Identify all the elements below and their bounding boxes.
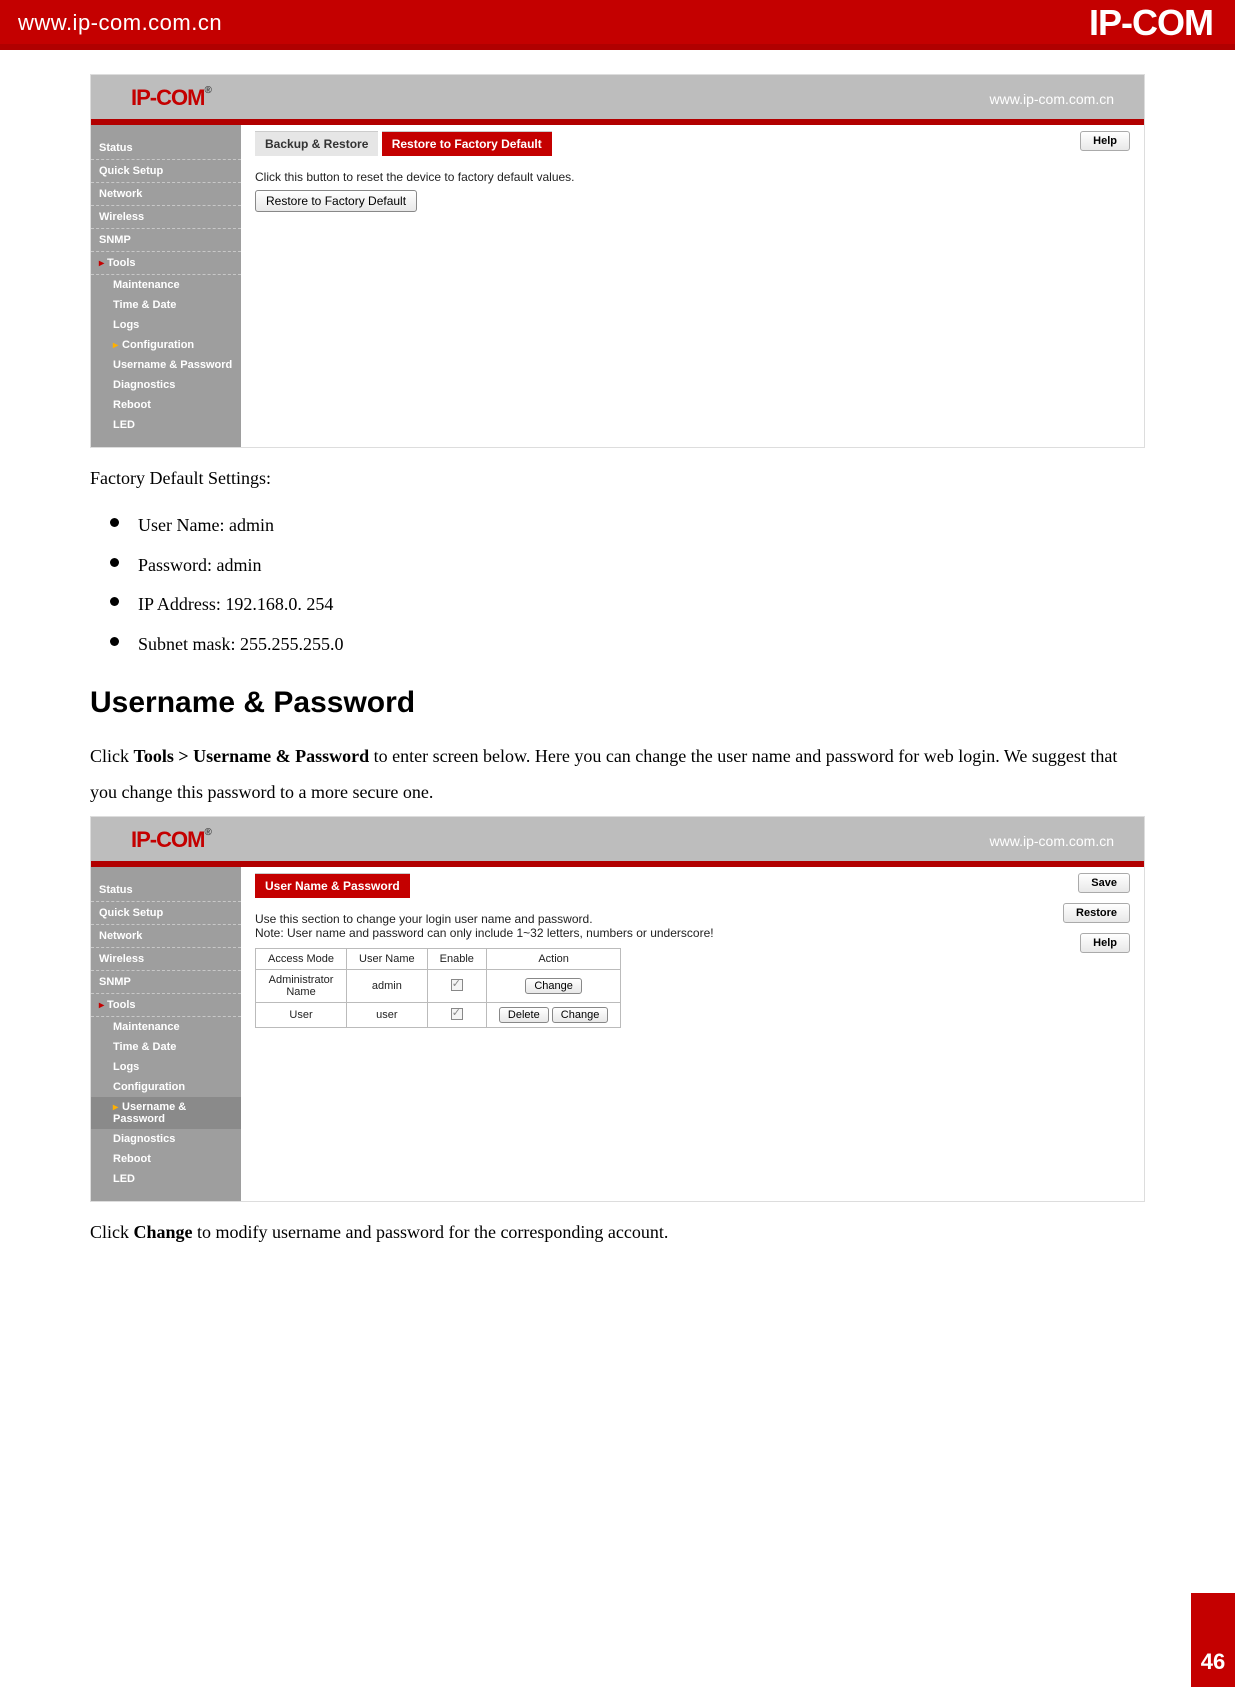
ipcom-logo: IP-COM® (131, 827, 211, 853)
sidebar-sub-reboot[interactable]: Reboot (91, 395, 241, 415)
bullet-password: Password: admin (110, 546, 1145, 586)
sidebar-item-quicksetup[interactable]: Quick Setup (91, 160, 241, 183)
screenshot-restore-factory: IP-COM® www.ip-com.com.cn Status Quick S… (90, 74, 1145, 448)
tab-restore-factory-default[interactable]: Restore to Factory Default (382, 131, 552, 156)
restore-to-factory-default-button[interactable]: Restore to Factory Default (255, 190, 417, 212)
factory-default-settings-heading: Factory Default Settings: (90, 460, 1145, 496)
section-heading-username-password: Username & Password (90, 686, 1145, 720)
username-password-paragraph: Click Tools > Username & Password to ent… (90, 738, 1145, 810)
cell-admin-username: admin (347, 970, 428, 1003)
ss2-header-url: www.ip-com.com.cn (990, 833, 1114, 849)
help-button[interactable]: Help (1080, 933, 1130, 953)
col-user-name: User Name (347, 949, 428, 970)
checkbox-icon[interactable] (451, 1008, 463, 1020)
ss1-header: IP-COM® www.ip-com.com.cn (91, 75, 1144, 125)
table-row: User user Delete Change (256, 1003, 621, 1028)
screenshot-username-password: IP-COM® www.ip-com.com.cn Status Quick S… (90, 816, 1145, 1202)
change-ref: Change (134, 1222, 193, 1242)
cell-user-username: user (347, 1003, 428, 1028)
doc-header-logo: IP-COM (1089, 2, 1213, 44)
ss1-header-url: www.ip-com.com.cn (990, 91, 1114, 107)
nav-ref-tools-userpass: Tools > Username & Password (134, 746, 370, 766)
doc-header-url: www.ip-com.com.cn (0, 0, 1235, 46)
ss2-header: IP-COM® www.ip-com.com.cn (91, 817, 1144, 867)
sidebar-sub-diagnostics[interactable]: Diagnostics (91, 1129, 241, 1149)
cell-admin-enable (427, 970, 486, 1003)
sidebar-item-wireless[interactable]: Wireless (91, 206, 241, 229)
sidebar-sub-timedate[interactable]: Time & Date (91, 295, 241, 315)
sidebar-sub-configuration[interactable]: Configuration (91, 335, 241, 355)
sidebar-sub-timedate[interactable]: Time & Date (91, 1037, 241, 1057)
ss1-main: Help Backup & Restore Restore to Factory… (241, 125, 1144, 447)
sidebar-sub-reboot[interactable]: Reboot (91, 1149, 241, 1169)
cell-user-enable (427, 1003, 486, 1028)
sidebar-item-status[interactable]: Status (91, 137, 241, 160)
ss1-sidebar: Status Quick Setup Network Wireless SNMP… (91, 125, 241, 447)
sidebar-item-status[interactable]: Status (91, 879, 241, 902)
sidebar-item-tools[interactable]: Tools (91, 252, 241, 275)
sidebar-sub-configuration[interactable]: Configuration (91, 1077, 241, 1097)
bullet-subnetmask: Subnet mask: 255.255.255.0 (110, 625, 1145, 665)
sidebar-item-quicksetup[interactable]: Quick Setup (91, 902, 241, 925)
tab-backup-restore[interactable]: Backup & Restore (255, 131, 378, 156)
col-action: Action (486, 949, 620, 970)
userpass-instruction-2: Note: User name and password can only in… (255, 926, 1130, 940)
cell-admin-action: Change (486, 970, 620, 1003)
doc-content: IP-COM® www.ip-com.com.cn Status Quick S… (0, 50, 1235, 1296)
sidebar-item-snmp[interactable]: SNMP (91, 229, 241, 252)
change-button[interactable]: Change (552, 1007, 609, 1023)
sidebar-sub-userpass[interactable]: Username & Password (91, 1097, 241, 1129)
delete-button[interactable]: Delete (499, 1007, 549, 1023)
sidebar-item-network[interactable]: Network (91, 925, 241, 948)
col-enable: Enable (427, 949, 486, 970)
checkbox-icon[interactable] (451, 979, 463, 991)
bullet-username: User Name: admin (110, 506, 1145, 546)
sidebar-sub-led[interactable]: LED (91, 1169, 241, 1189)
table-header-row: Access Mode User Name Enable Action (256, 949, 621, 970)
cell-user-mode: User (256, 1003, 347, 1028)
save-button[interactable]: Save (1078, 873, 1130, 893)
click-change-paragraph: Click Change to modify username and pass… (90, 1214, 1145, 1250)
table-row: Administrator Name admin Change (256, 970, 621, 1003)
sidebar-sub-maintenance[interactable]: Maintenance (91, 275, 241, 295)
restore-instruction-text: Click this button to reset the device to… (255, 170, 1130, 184)
userpass-instruction-1: Use this section to change your login us… (255, 912, 1130, 926)
tab-username-password[interactable]: User Name & Password (255, 873, 410, 898)
cell-admin-mode: Administrator Name (256, 970, 347, 1003)
sidebar-sub-led[interactable]: LED (91, 415, 241, 435)
sidebar-item-network[interactable]: Network (91, 183, 241, 206)
sidebar-sub-userpass[interactable]: Username & Password (91, 355, 241, 375)
sidebar-sub-logs[interactable]: Logs (91, 1057, 241, 1077)
ss2-main: Save Restore Help User Name & Password U… (241, 867, 1144, 1201)
sidebar-item-snmp[interactable]: SNMP (91, 971, 241, 994)
ipcom-logo: IP-COM® (131, 85, 211, 111)
help-button[interactable]: Help (1080, 131, 1130, 151)
change-button[interactable]: Change (525, 978, 582, 994)
bullet-ipaddress: IP Address: 192.168.0. 254 (110, 585, 1145, 625)
ss2-sidebar: Status Quick Setup Network Wireless SNMP… (91, 867, 241, 1201)
sidebar-sub-maintenance[interactable]: Maintenance (91, 1017, 241, 1037)
sidebar-sub-diagnostics[interactable]: Diagnostics (91, 375, 241, 395)
col-access-mode: Access Mode (256, 949, 347, 970)
user-accounts-table: Access Mode User Name Enable Action Admi… (255, 948, 621, 1028)
cell-user-action: Delete Change (486, 1003, 620, 1028)
sidebar-item-tools[interactable]: Tools (91, 994, 241, 1017)
sidebar-sub-logs[interactable]: Logs (91, 315, 241, 335)
factory-default-bullets: User Name: admin Password: admin IP Addr… (110, 506, 1145, 664)
sidebar-item-wireless[interactable]: Wireless (91, 948, 241, 971)
restore-button[interactable]: Restore (1063, 903, 1130, 923)
page-number: 46 (1191, 1593, 1235, 1687)
doc-page-header: www.ip-com.com.cn IP-COM (0, 0, 1235, 50)
